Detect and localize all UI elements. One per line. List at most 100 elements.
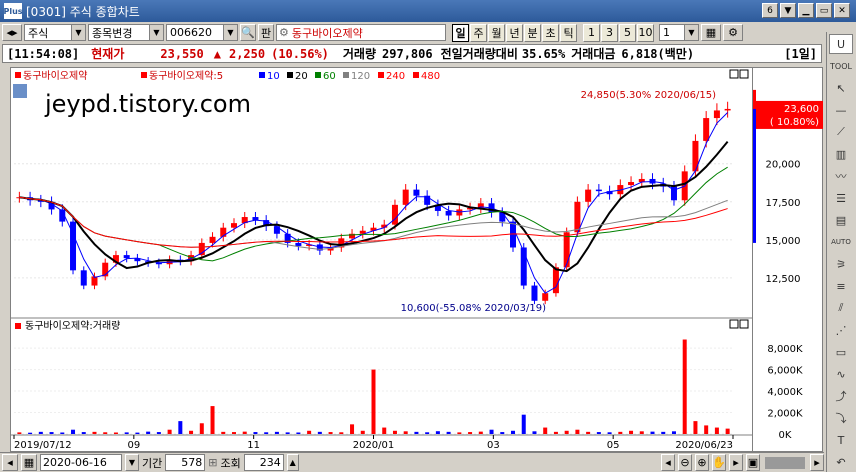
price-tick-label: 15,000 bbox=[766, 236, 801, 247]
period-year[interactable]: 년 bbox=[506, 23, 523, 42]
zoom-in-icon[interactable]: ⊕ bbox=[695, 454, 709, 471]
prev-icon[interactable]: ◂ bbox=[2, 454, 18, 471]
price-tick-label: 12,500 bbox=[766, 274, 801, 285]
volume-bar bbox=[500, 432, 505, 434]
panel-control-icon[interactable] bbox=[729, 319, 739, 329]
up-icon[interactable]: ⤴ bbox=[829, 386, 853, 406]
page-down-icon[interactable]: ▼ bbox=[780, 3, 796, 18]
hline-icon[interactable]: — bbox=[829, 100, 853, 120]
volume-bar bbox=[103, 432, 108, 434]
volume-bar bbox=[146, 431, 151, 434]
scroll-left-icon[interactable]: ◂ bbox=[661, 454, 675, 471]
calendar-icon[interactable]: ▦ bbox=[21, 454, 37, 471]
volume-tick-label: 2,000K bbox=[767, 409, 803, 420]
volume-bar bbox=[682, 339, 687, 434]
volume-bar bbox=[586, 431, 591, 434]
code-input[interactable]: 006620 ▼ bbox=[166, 24, 238, 41]
wave-icon[interactable]: ∿ bbox=[829, 364, 853, 384]
period-week[interactable]: 주 bbox=[470, 23, 487, 42]
period-tick[interactable]: 틱 bbox=[560, 23, 577, 42]
volume-bar bbox=[543, 427, 548, 434]
text-icon[interactable]: T bbox=[829, 430, 853, 450]
page-number[interactable]: 6 bbox=[762, 3, 778, 18]
scrollbar[interactable] bbox=[765, 456, 805, 469]
volume-bar bbox=[478, 431, 483, 434]
trendline-icon[interactable]: ⟋ bbox=[829, 122, 853, 142]
fib-icon[interactable]: ≡ bbox=[829, 276, 853, 296]
candle-body bbox=[520, 247, 527, 286]
interval-1[interactable]: 1 bbox=[583, 23, 600, 42]
end-icon[interactable]: ▸ bbox=[810, 454, 824, 471]
period-second[interactable]: 초 bbox=[542, 23, 559, 42]
down-icon[interactable]: ⤵ bbox=[829, 408, 853, 428]
date-input[interactable]: 2020-06-16 bbox=[40, 454, 122, 471]
list-icon[interactable]: ☰ bbox=[829, 188, 853, 208]
title-bar: Plus [0301] 주식 종합차트 6 ▼ ▁ ▭ ✕ bbox=[0, 0, 856, 22]
chart-area[interactable]: 2019/07/12 09 11 2020/01 03 05 2020/06/23 동구바이오… bbox=[10, 67, 754, 452]
x-tick-label: 03 bbox=[487, 440, 500, 451]
toolbar-u-button[interactable]: U bbox=[829, 34, 853, 54]
panel-control-icon[interactable] bbox=[739, 319, 749, 329]
volume-bar bbox=[221, 431, 226, 434]
cursor-icon[interactable]: ↖ bbox=[829, 78, 853, 98]
nav-arrows-icon[interactable]: ◂▸ bbox=[2, 24, 22, 41]
fan-icon[interactable]: ⋰ bbox=[829, 320, 853, 340]
line-chart-icon[interactable]: 〰 bbox=[829, 166, 853, 186]
volume-bar bbox=[71, 429, 76, 434]
zoom-out-icon[interactable]: ⊖ bbox=[678, 454, 692, 471]
search-icon[interactable]: 🔍 bbox=[240, 24, 256, 41]
period-input[interactable]: 578 bbox=[165, 454, 206, 471]
x-tick-label: 05 bbox=[607, 440, 620, 451]
maximize-icon[interactable]: ▭ bbox=[816, 3, 832, 18]
legend-ma-label: 동구바이오제약:5 bbox=[149, 70, 223, 82]
volume-bar bbox=[489, 429, 494, 434]
undo-icon[interactable]: ↶ bbox=[829, 452, 853, 472]
legend-swatch bbox=[287, 72, 293, 78]
candle-body bbox=[563, 232, 570, 268]
query-input[interactable]: 234 bbox=[243, 454, 284, 471]
pattern-icon[interactable]: ⚞ bbox=[829, 254, 853, 274]
volume-bar bbox=[350, 424, 355, 434]
period-buttons: 일 주 월 년 분 초 틱 bbox=[452, 23, 577, 42]
volume-bar bbox=[167, 429, 172, 434]
moving-average-line bbox=[19, 141, 729, 273]
bar-chart-icon[interactable]: ▥ bbox=[829, 144, 853, 164]
volume-bar bbox=[189, 430, 194, 434]
volume-bar bbox=[38, 431, 43, 434]
interval-10[interactable]: 10 bbox=[637, 23, 654, 42]
interval-5[interactable]: 5 bbox=[619, 23, 636, 42]
rect-icon[interactable]: ▭ bbox=[829, 342, 853, 362]
period-minute[interactable]: 분 bbox=[524, 23, 541, 42]
count-select[interactable]: 1 ▼ bbox=[659, 24, 699, 41]
lookup-button[interactable]: 판 bbox=[258, 24, 274, 41]
hand-icon[interactable]: ✋ bbox=[712, 454, 726, 471]
interval-3[interactable]: 3 bbox=[601, 23, 618, 42]
volume-bar bbox=[457, 432, 462, 434]
minimize-icon[interactable]: ▁ bbox=[798, 3, 814, 18]
candle-body bbox=[456, 209, 463, 216]
volume-bar bbox=[296, 432, 301, 434]
period-day[interactable]: 일 bbox=[452, 23, 469, 42]
volume-bar bbox=[704, 425, 709, 434]
close-icon[interactable]: ✕ bbox=[834, 3, 850, 18]
candle-body bbox=[209, 236, 216, 243]
date-dropdown-icon[interactable]: ▼ bbox=[125, 454, 139, 471]
scroll-right-icon[interactable]: ▸ bbox=[729, 454, 743, 471]
period-month[interactable]: 월 bbox=[488, 23, 505, 42]
settings-icon[interactable]: ⚙ bbox=[723, 24, 743, 41]
stock-name-field[interactable]: ⚙ 동구바이오제약 bbox=[276, 24, 446, 41]
auto-button[interactable]: AUTO bbox=[829, 232, 853, 252]
ho-button[interactable] bbox=[13, 84, 27, 98]
volume-bar bbox=[81, 432, 86, 434]
legend-swatch bbox=[343, 72, 349, 78]
mode-select[interactable]: 종목변경 ▼ bbox=[88, 24, 164, 41]
grid-lines-icon[interactable]: ▤ bbox=[829, 210, 853, 230]
panel-control-icon[interactable] bbox=[729, 69, 739, 79]
fit-icon[interactable]: ▣ bbox=[746, 454, 760, 471]
panel-control-icon[interactable] bbox=[739, 69, 749, 79]
market-select[interactable]: 주식 ▼ bbox=[24, 24, 86, 41]
tool-label: TOOL bbox=[830, 61, 852, 71]
channel-icon[interactable]: ⫽ bbox=[829, 298, 853, 318]
query-spin-icon[interactable]: ▲ bbox=[286, 454, 299, 471]
grid-icon[interactable]: ▦ bbox=[701, 24, 721, 41]
